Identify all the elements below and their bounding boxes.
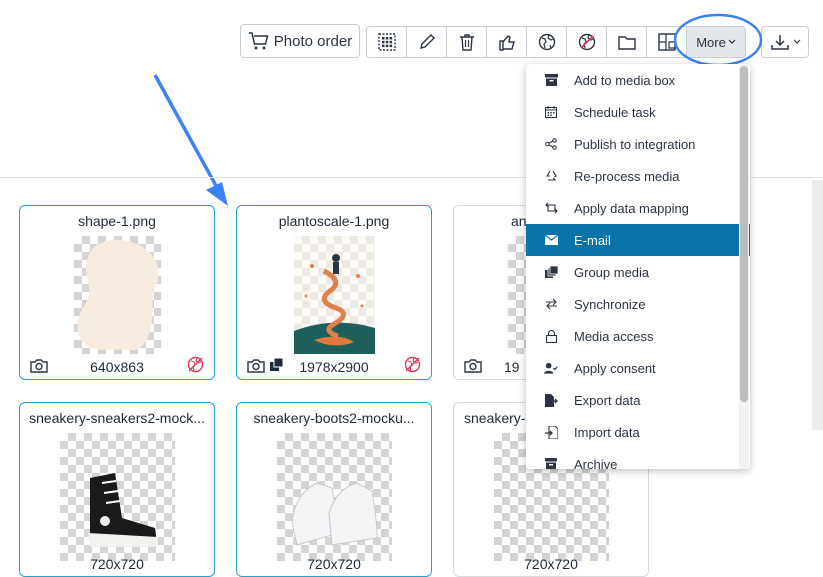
globe-disabled-icon — [578, 33, 595, 51]
menu-item-label: Media access — [574, 328, 654, 344]
unpublish-button[interactable] — [567, 27, 607, 57]
menu-item-label: Schedule task — [574, 104, 656, 120]
media-card[interactable]: plantoscale-1.png 1978x2900 — [236, 205, 432, 380]
globe-disabled-icon — [404, 356, 421, 373]
menu-item-archive[interactable]: Archive — [526, 448, 750, 469]
menu-item-group-media[interactable]: Group media — [526, 256, 750, 288]
media-card-dimensions: 1978x2900 — [299, 359, 369, 375]
boots-preview — [291, 482, 378, 546]
photo-order-button[interactable]: Photo order — [240, 24, 360, 58]
media-card-dimensions: 720x720 — [90, 556, 144, 572]
select-all-button[interactable] — [367, 27, 407, 57]
menu-item-apply-consent[interactable]: Apply consent — [526, 352, 750, 384]
archive-icon — [544, 457, 558, 469]
pencil-icon — [419, 34, 435, 49]
layout-button[interactable] — [647, 27, 687, 57]
menu-scrollbar-thumb[interactable] — [740, 66, 748, 402]
menu-item-import-data[interactable]: Import data — [526, 416, 750, 448]
sneaker-preview — [88, 473, 158, 547]
media-thumbnail — [60, 433, 175, 561]
media-card[interactable]: shape-1.png 640x863 — [19, 205, 215, 380]
lock-icon — [544, 329, 558, 343]
menu-item-label: Synchronize — [574, 296, 646, 312]
page-scrollbar[interactable] — [812, 180, 823, 430]
chevron-down-icon — [793, 39, 800, 44]
cart-icon — [248, 32, 269, 50]
media-card-filename: sneakery-boots2-mocku... — [253, 410, 415, 426]
media-card-dimensions: 720x720 — [307, 556, 361, 572]
trash-icon — [459, 34, 474, 51]
menu-item-label: Import data — [574, 424, 640, 440]
media-thumbnail — [294, 236, 375, 354]
media-card-dimensions: 640x863 — [90, 359, 144, 375]
menu-item-label: Apply data mapping — [574, 200, 689, 216]
globe-disabled-icon — [187, 356, 204, 373]
export-icon — [544, 393, 558, 407]
media-card-filename: sneakery-sneakers2-mock... — [29, 410, 205, 426]
menu-item-label: Publish to integration — [574, 136, 696, 152]
menu-item-label: E-mail — [574, 232, 611, 248]
menu-item-label: Archive — [574, 456, 618, 470]
menu-item-apply-data-mapping[interactable]: Apply data mapping — [526, 192, 750, 224]
menu-item-publish-to-integration[interactable]: Publish to integration — [526, 128, 750, 160]
layout-icon — [657, 33, 676, 51]
sync-icon — [544, 297, 558, 311]
more-label: More — [696, 34, 726, 50]
menu-item-e-mail[interactable]: E-mail — [526, 224, 750, 256]
menu-item-export-data[interactable]: Export data — [526, 384, 750, 416]
photo-order-label: Photo order — [273, 32, 353, 50]
menu-item-label: Add to media box — [574, 72, 676, 88]
menu-item-re-process-media[interactable]: Re-process media — [526, 160, 750, 192]
share-icon — [544, 137, 558, 151]
box-icon — [544, 73, 558, 87]
download-icon — [770, 35, 789, 50]
delete-button[interactable] — [447, 27, 487, 57]
import-icon — [544, 425, 558, 439]
media-thumbnail — [74, 236, 161, 354]
globe-icon — [538, 33, 555, 51]
chevron-down-icon — [728, 39, 736, 44]
folder-icon — [617, 36, 636, 50]
thumbs-up-icon — [498, 35, 515, 51]
move-to-folder-button[interactable] — [607, 27, 647, 57]
menu-item-label: Re-process media — [574, 168, 680, 184]
menu-item-label: Export data — [574, 392, 641, 408]
menu-item-synchronize[interactable]: Synchronize — [526, 288, 750, 320]
group-icon — [544, 265, 558, 279]
grid-select-icon — [377, 33, 396, 51]
menu-item-media-access[interactable]: Media access — [526, 320, 750, 352]
action-toolbar: More — [366, 26, 746, 58]
media-card-dimensions: 720x720 — [524, 556, 578, 572]
recycle-icon — [544, 169, 558, 183]
calendar-icon — [544, 105, 558, 119]
annotation-arrow-head — [206, 182, 228, 206]
menu-item-add-to-media-box[interactable]: Add to media box — [526, 64, 750, 96]
download-button[interactable] — [761, 26, 809, 58]
illustration-preview — [294, 236, 375, 354]
user-consent-icon — [544, 361, 558, 375]
publish-button[interactable] — [527, 27, 567, 57]
media-thumbnail — [277, 433, 392, 561]
mapping-icon — [544, 201, 558, 215]
edit-button[interactable] — [407, 27, 447, 57]
more-actions-menu: Add to media box Schedule task Publish t… — [526, 64, 750, 469]
annotation-arrow-line — [153, 74, 222, 194]
media-card[interactable]: sneakery-sneakers2-mock... 720x720 — [19, 402, 215, 577]
media-card-filename: plantoscale-1.png — [278, 213, 390, 229]
shape-preview — [77, 239, 159, 351]
menu-item-schedule-task[interactable]: Schedule task — [526, 96, 750, 128]
media-card-filename: shape-1.png — [78, 213, 156, 229]
approve-button[interactable] — [487, 27, 527, 57]
media-card[interactable]: sneakery-boots2-mocku... 720x720 — [236, 402, 432, 577]
envelope-icon — [544, 233, 558, 247]
menu-item-label: Apply consent — [574, 360, 656, 376]
menu-item-label: Group media — [574, 264, 650, 280]
more-button[interactable]: More — [687, 27, 745, 57]
camera-icon — [464, 359, 482, 373]
